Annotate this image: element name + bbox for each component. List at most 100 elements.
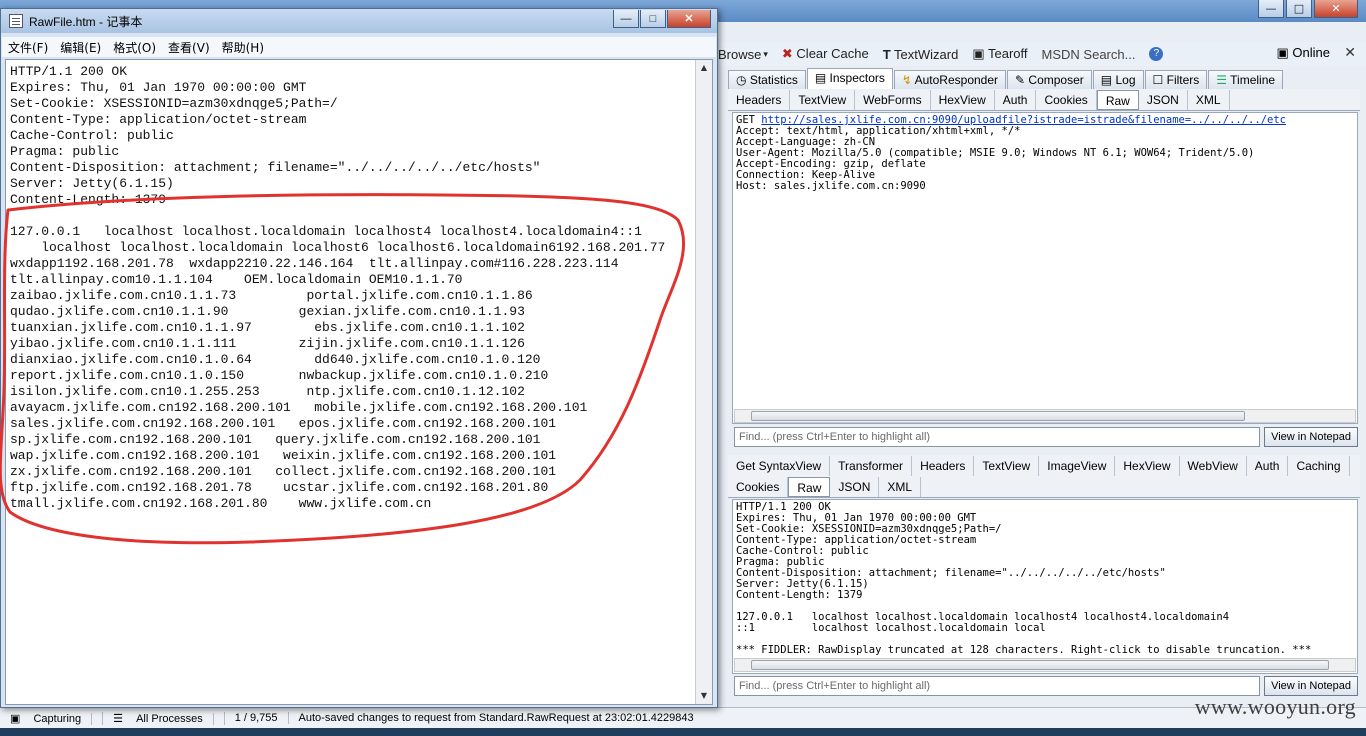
tab-autoresponder[interactable]: ↯ AutoResponder [893, 70, 1007, 89]
resp-tab-cookies[interactable]: Cookies [728, 477, 789, 497]
request-find-input[interactable]: Find... (press Ctrl+Enter to highlight a… [734, 427, 1261, 447]
response-raw-pane[interactable]: HTTP/1.1 200 OK Expires: Thu, 01 Jan 1970… [732, 499, 1358, 674]
text-line: localhost localhost.localdomain localhos… [10, 240, 666, 255]
tab-label: Inspectors [829, 71, 885, 85]
request-hscrollbar[interactable] [734, 409, 1356, 423]
windows-taskbar [0, 728, 1366, 736]
tab-composer[interactable]: ✎ Composer [1007, 70, 1092, 89]
capturing-label: Capturing [23, 712, 93, 725]
response-view-in-notepad-button[interactable]: View in Notepad [1264, 676, 1358, 696]
req-tab-xml[interactable]: XML [1188, 90, 1230, 110]
online-icon: ▣ [1276, 45, 1289, 60]
lightning-icon: ↯ [901, 73, 912, 87]
text-line: Pragma: public [10, 144, 120, 159]
request-view-in-notepad-button[interactable]: View in Notepad [1264, 427, 1358, 447]
response-hscrollbar[interactable] [734, 658, 1356, 672]
text-line: ftp.jxlife.com.cn192.168.201.78 ucstar.j… [10, 480, 549, 495]
resp-tab-textview[interactable]: TextView [974, 456, 1040, 476]
tab-statistics[interactable]: ◷ Statistics [728, 70, 806, 89]
fiddler-toolbar: Browse ▾ ✖ Clear Cache T TextWizard ▣ Te… [718, 42, 1366, 66]
maximize-icon[interactable]: □ [640, 10, 666, 28]
response-line: *** FIDDLER: RawDisplay truncated at 128… [736, 644, 1312, 656]
maximize-icon[interactable]: □ [1286, 0, 1312, 18]
process-filter[interactable]: ☰ All Processes [103, 711, 225, 725]
resp-tab-caching[interactable]: Caching [1288, 456, 1350, 476]
resp-tab-auth[interactable]: Auth [1247, 456, 1289, 476]
req-tab-webforms[interactable]: WebForms [855, 90, 931, 110]
browse-button[interactable]: Browse [718, 47, 761, 62]
resp-tab-transformer[interactable]: Transformer [830, 456, 913, 476]
minimize-icon[interactable]: — [1258, 0, 1284, 18]
resp-tab-syntaxview[interactable]: Get SyntaxView [728, 456, 831, 476]
tab-label: Statistics [749, 73, 798, 87]
scroll-up-icon[interactable]: ▲ [696, 60, 712, 76]
tab-log[interactable]: ▤ Log [1092, 70, 1144, 89]
capturing-indicator[interactable]: ▣ Capturing [0, 711, 104, 725]
composer-icon: ✎ [1015, 73, 1026, 87]
text-line: qudao.jxlife.com.cn10.1.1.90 gexian.jxli… [10, 304, 525, 319]
req-tab-json[interactable]: JSON [1139, 90, 1188, 110]
close-panel-icon[interactable]: ✕ [1344, 45, 1356, 61]
resp-tab-json[interactable]: JSON [830, 477, 880, 497]
minimize-icon[interactable]: — [613, 10, 639, 28]
msdn-search-field[interactable]: MSDN Search... [1042, 47, 1136, 62]
menu-help[interactable]: 帮助(H) [216, 39, 270, 56]
response-find-input[interactable]: Find... (press Ctrl+Enter to highlight a… [734, 676, 1261, 696]
request-line: Host: sales.jxlife.com.cn:9090 [736, 180, 926, 192]
req-tab-hexview[interactable]: HexView [931, 90, 995, 110]
req-tab-headers[interactable]: Headers [728, 90, 791, 110]
resp-tab-headers[interactable]: Headers [912, 456, 975, 476]
scroll-thumb[interactable] [751, 411, 1245, 421]
tearoff-button[interactable]: ▣ Tearoff [972, 46, 1027, 62]
wooyun-watermark: www.wooyun.org [1194, 694, 1356, 719]
text-line: Cache-Control: public [10, 128, 174, 143]
menu-file[interactable]: 文件(F) [2, 39, 54, 56]
text-line: Content-Disposition: attachment; filenam… [10, 160, 541, 175]
notepad-content[interactable]: HTTP/1.1 200 OK Expires: Thu, 01 Jan 1970… [10, 64, 690, 700]
notepad-window-buttons: — □ ✕ [613, 10, 711, 28]
resp-tab-raw[interactable]: Raw [788, 477, 831, 497]
dropdown-arrow-icon[interactable]: ▾ [763, 49, 768, 60]
statistics-icon: ◷ [736, 73, 747, 87]
textwizard-label: TextWizard [894, 46, 959, 62]
text-line: dianxiao.jxlife.com.cn10.1.0.64 dd640.jx… [10, 352, 541, 367]
req-tab-auth[interactable]: Auth [995, 90, 1037, 110]
notepad-text-area[interactable]: HTTP/1.1 200 OK Expires: Thu, 01 Jan 1970… [5, 59, 713, 705]
text-line: Set-Cookie: XSESSIONID=azm30xdnqge5;Path… [10, 96, 338, 111]
help-icon[interactable]: ? [1149, 47, 1164, 61]
clear-cache-button[interactable]: ✖ Clear Cache [782, 46, 869, 62]
request-headers-text: Accept: text/html, application/xhtml+xml… [736, 126, 1354, 192]
tab-inspectors[interactable]: ▤ Inspectors [806, 68, 893, 89]
scroll-thumb[interactable] [751, 660, 1329, 670]
tab-timeline[interactable]: ☰ Timeline [1208, 70, 1284, 89]
online-label: Online [1292, 45, 1330, 60]
text-line: Content-Length: 1379 [10, 192, 167, 207]
req-tab-raw[interactable]: Raw [1096, 90, 1139, 110]
req-tab-textview[interactable]: TextView [790, 90, 856, 110]
menu-edit[interactable]: 编辑(E) [54, 39, 107, 56]
req-tab-cookies[interactable]: Cookies [1036, 90, 1097, 110]
tab-filters[interactable]: ☐ Filters [1144, 70, 1208, 89]
textwizard-button[interactable]: T TextWizard [883, 47, 959, 62]
menu-format[interactable]: 格式(O) [107, 39, 162, 56]
text-line: avayacm.jxlife.com.cn192.168.200.101 mob… [10, 400, 588, 415]
tab-label: AutoResponder [914, 73, 999, 87]
response-line: Content-Length: 1379 [736, 589, 863, 601]
online-indicator[interactable]: ▣ Online [1277, 45, 1331, 61]
menu-view[interactable]: 查看(V) [162, 39, 216, 56]
resp-tab-hexview[interactable]: HexView [1115, 456, 1180, 476]
text-line: sp.jxlife.com.cn192.168.200.101 query.jx… [10, 432, 541, 447]
close-icon[interactable]: ✕ [667, 10, 711, 28]
request-raw-pane[interactable]: GET http://sales.jxlife.com.cn:9090/uplo… [732, 112, 1358, 424]
request-find-bar: Find... (press Ctrl+Enter to highlight a… [734, 427, 1358, 447]
text-line: report.jxlife.com.cn10.1.0.150 nwbackup.… [10, 368, 549, 383]
textwizard-icon: T [882, 46, 891, 62]
notepad-vscrollbar[interactable]: ▲ ▼ [695, 60, 712, 704]
resp-tab-webview[interactable]: WebView [1180, 456, 1247, 476]
scroll-down-icon[interactable]: ▼ [696, 688, 712, 704]
text-line: wxdapp1192.168.201.78 wxdapp2210.22.146.… [10, 256, 619, 271]
resp-tab-xml[interactable]: XML [879, 477, 922, 497]
resp-tab-imageview[interactable]: ImageView [1039, 456, 1116, 476]
text-line: zaibao.jxlife.com.cn10.1.1.73 portal.jxl… [10, 288, 533, 303]
close-icon[interactable]: ✕ [1314, 0, 1358, 18]
